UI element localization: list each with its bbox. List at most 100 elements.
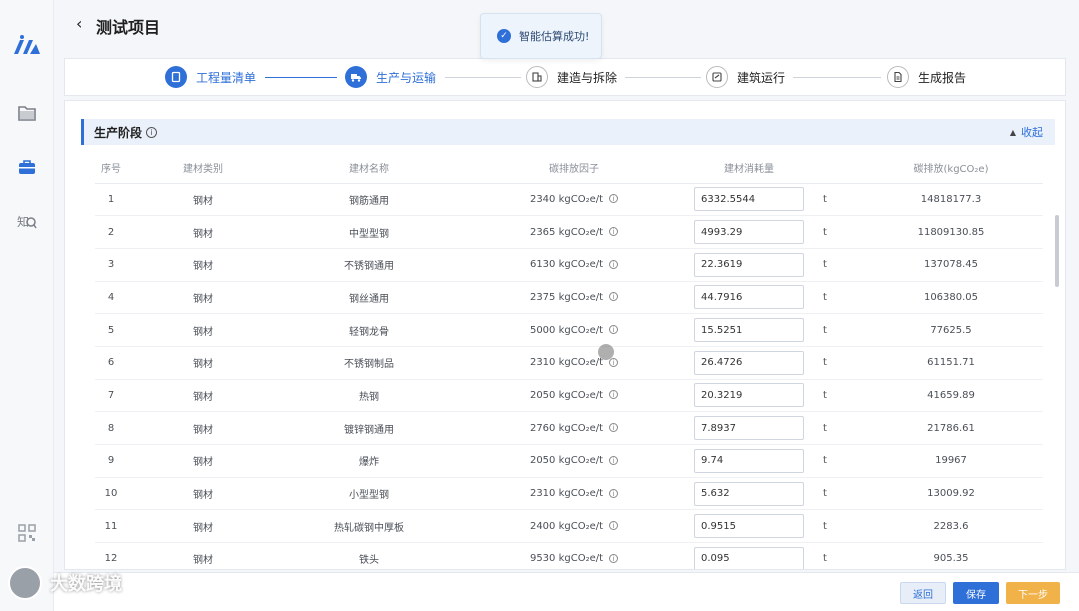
- step-bill-of-quantities[interactable]: 工程量清单: [165, 65, 256, 89]
- quantity-input[interactable]: [694, 448, 804, 473]
- material-category: 钢材: [127, 444, 279, 478]
- carbon-emission: 905.35: [859, 542, 1043, 569]
- emission-factor-cell: 6130 kgCO₂e/t i: [459, 248, 689, 282]
- briefcase-icon[interactable]: [16, 156, 38, 178]
- folder-icon[interactable]: [16, 102, 38, 124]
- col-header: 碳排放因子: [459, 153, 689, 184]
- emission-factor: 2400 kgCO₂e/t: [529, 520, 604, 532]
- quantity-input[interactable]: [694, 350, 804, 375]
- unit: t: [809, 313, 859, 347]
- col-header: 碳排放(kgCO₂e): [859, 153, 1043, 184]
- emission-factor: 2375 kgCO₂e/t: [529, 291, 604, 303]
- emission-factor: 9530 kgCO₂e/t: [529, 553, 604, 565]
- quantity-cell: [689, 183, 809, 217]
- info-icon[interactable]: i: [609, 227, 619, 237]
- scrollbar[interactable]: [1055, 215, 1059, 287]
- check-badge-icon: ✓: [497, 29, 511, 43]
- material-name: 小型型钢: [279, 477, 459, 511]
- qr-code-icon[interactable]: [16, 522, 38, 544]
- section-header: 生产阶段 i ▲ 收起: [81, 119, 1055, 145]
- row-number: 3: [95, 248, 127, 282]
- info-icon[interactable]: i: [609, 357, 619, 367]
- quantity-input[interactable]: [694, 252, 804, 277]
- quantity-input[interactable]: [694, 318, 804, 343]
- quantity-cell: [689, 444, 809, 478]
- quantity-input[interactable]: [694, 220, 804, 245]
- emission-factor: 2310 kgCO₂e/t: [529, 357, 604, 369]
- table-row: 8钢材镀锌钢通用 2760 kgCO₂e/t i t 21786.61: [95, 411, 1043, 445]
- step-label: 建造与拆除: [557, 70, 618, 85]
- info-icon[interactable]: i: [609, 259, 619, 269]
- watermark: 大数跨境: [8, 566, 122, 600]
- knowledge-search-icon[interactable]: 知: [16, 210, 38, 232]
- quantity-input[interactable]: [694, 481, 804, 506]
- chevron-left-icon[interactable]: ‹: [76, 14, 82, 33]
- emission-factor-cell: 2340 kgCO₂e/t i: [459, 183, 689, 217]
- emission-factor-cell: 2365 kgCO₂e/t i: [459, 215, 689, 249]
- unit-label: t: [823, 455, 827, 467]
- save-button[interactable]: 保存: [953, 582, 999, 604]
- report-icon: [887, 66, 909, 88]
- row-number: 10: [95, 477, 127, 511]
- back-button[interactable]: 返回: [900, 582, 946, 604]
- unit-label: t: [823, 259, 827, 271]
- quantity-input[interactable]: [694, 285, 804, 310]
- table-row: 10钢材小型型钢 2310 kgCO₂e/t i t 13009.92: [95, 477, 1043, 511]
- quantity-input[interactable]: [694, 187, 804, 212]
- next-button[interactable]: 下一步: [1006, 582, 1060, 604]
- material-category: 钢材: [127, 542, 279, 569]
- emission-factor: 2340 kgCO₂e/t: [529, 193, 604, 205]
- material-name: 钢丝通用: [279, 281, 459, 315]
- row-number: 8: [95, 411, 127, 445]
- quantity-cell: [689, 509, 809, 544]
- info-icon[interactable]: i: [609, 325, 619, 335]
- quantity-cell: [689, 542, 809, 569]
- unit: t: [809, 477, 859, 511]
- row-number: 1: [95, 183, 127, 217]
- info-icon[interactable]: i: [146, 126, 158, 138]
- table-row: 11钢材热轧碳钢中厚板 2400 kgCO₂e/t i t 2283.6: [95, 509, 1043, 544]
- quantity-input[interactable]: [694, 383, 804, 408]
- carbon-emission: 13009.92: [859, 477, 1043, 511]
- step-production-transport[interactable]: 生产与运输: [345, 65, 436, 89]
- info-icon[interactable]: i: [609, 455, 619, 465]
- app-logo[interactable]: [12, 34, 42, 56]
- unit: t: [809, 379, 859, 413]
- materials-table: 序号 建材类别 建材名称 碳排放因子 建材消耗量 碳排放(kgCO₂e) 1 钢材…: [95, 153, 1043, 569]
- info-icon[interactable]: i: [609, 292, 619, 302]
- unit-label: t: [823, 193, 827, 205]
- unit-label: t: [823, 389, 827, 401]
- quantity-cell: [689, 411, 809, 445]
- info-icon[interactable]: i: [609, 488, 619, 498]
- step-generate-report[interactable]: 生成报告: [887, 65, 966, 89]
- info-icon[interactable]: i: [609, 553, 619, 563]
- emission-factor: 2050 kgCO₂e/t: [529, 389, 604, 401]
- info-icon[interactable]: i: [609, 521, 619, 531]
- table-row: 3钢材不锈钢通用 6130 kgCO₂e/t i t 137078.45: [95, 248, 1043, 282]
- emission-factor-cell: 2050 kgCO₂e/t i: [459, 444, 689, 478]
- quantity-input[interactable]: [694, 416, 804, 441]
- collapse-button[interactable]: ▲ 收起: [1010, 124, 1043, 140]
- unit: t: [809, 411, 859, 445]
- quantity-cell: [689, 215, 809, 249]
- quantity-input[interactable]: [694, 546, 804, 569]
- material-category: 钢材: [127, 281, 279, 315]
- info-icon[interactable]: i: [609, 194, 619, 204]
- step-construction-demolition[interactable]: 建造与拆除: [526, 65, 617, 89]
- row-number: 9: [95, 444, 127, 478]
- info-icon[interactable]: i: [609, 390, 619, 400]
- quantity-input[interactable]: [694, 514, 804, 539]
- material-name: 不锈钢通用: [279, 248, 459, 282]
- step-building-operation[interactable]: 建筑运行: [706, 65, 785, 89]
- unit-label: t: [823, 520, 827, 532]
- carbon-emission: 106380.05: [859, 281, 1043, 315]
- unit-label: t: [823, 357, 827, 369]
- col-header: 序号: [95, 153, 127, 184]
- material-category: 钢材: [127, 346, 279, 380]
- quantity-cell: [689, 281, 809, 315]
- building-icon: [526, 66, 548, 88]
- material-name: 铁头: [279, 542, 459, 569]
- progress-stepper: 工程量清单 生产与运输 建造与拆除 建筑运行 生成报告: [64, 58, 1066, 96]
- info-icon[interactable]: i: [609, 423, 619, 433]
- carbon-emission: 61151.71: [859, 346, 1043, 380]
